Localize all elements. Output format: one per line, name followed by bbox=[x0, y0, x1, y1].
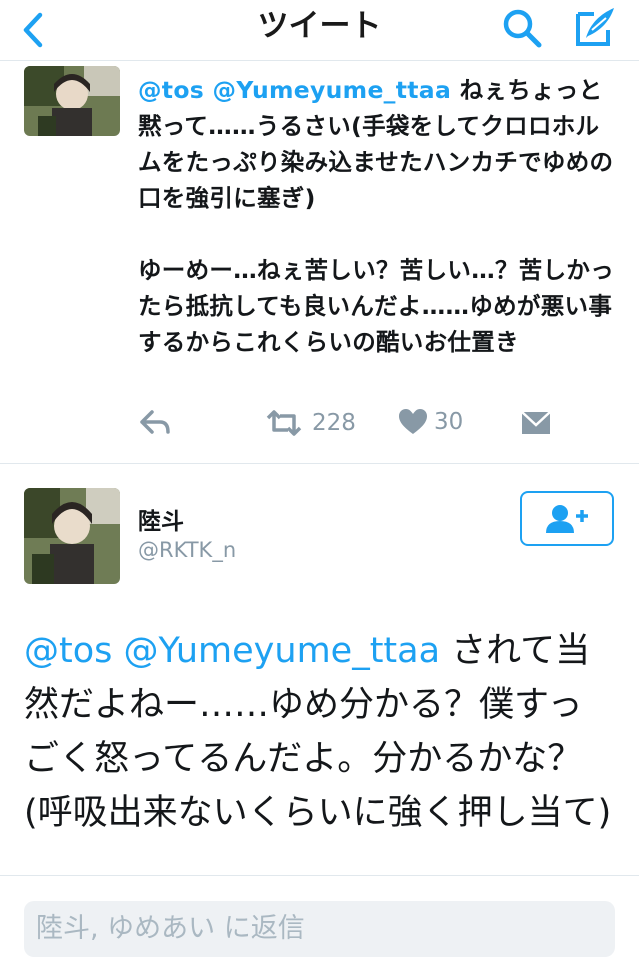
share-action[interactable] bbox=[520, 408, 552, 438]
retweet-icon bbox=[266, 410, 302, 436]
follow-button[interactable] bbox=[520, 491, 614, 546]
reply-action[interactable] bbox=[138, 408, 172, 438]
display-name[interactable]: 陸斗 bbox=[138, 502, 184, 536]
tweet-body-2: ゆーめー…ねぇ苦しい？苦しい…？苦しかったら抵抗しても良いんだよ……ゆめが悪い事… bbox=[138, 256, 614, 356]
tweet-mentions[interactable]: @tos @Yumeyume_ttaa bbox=[24, 631, 440, 671]
envelope-icon bbox=[521, 411, 551, 434]
reply-bar: 陸斗, ゆめあい に返信 bbox=[0, 875, 639, 960]
compose-icon bbox=[576, 8, 614, 46]
tweet-mentions[interactable]: @tos @Yumeyume_ttaa bbox=[138, 76, 451, 104]
tweet-actions: 228 30 bbox=[0, 408, 639, 448]
search-button[interactable] bbox=[500, 6, 544, 50]
retweet-action[interactable]: 228 bbox=[264, 408, 356, 438]
tweet-text: @tos @Yumeyume_ttaa ねぇちょっと黙って……うるさい(手袋をし… bbox=[138, 72, 618, 360]
reply-input[interactable]: 陸斗, ゆめあい に返信 bbox=[24, 901, 615, 957]
user-handle[interactable]: @RKTK_n bbox=[138, 538, 236, 562]
heart-icon bbox=[399, 409, 427, 434]
like-action[interactable]: 30 bbox=[398, 408, 463, 436]
like-count: 30 bbox=[434, 409, 464, 435]
retweet-count: 228 bbox=[312, 410, 356, 436]
search-icon bbox=[503, 9, 542, 48]
avatar[interactable] bbox=[24, 66, 120, 136]
add-user-icon bbox=[546, 504, 588, 533]
nav-header: ツイート bbox=[0, 0, 639, 61]
reply-icon bbox=[140, 410, 170, 434]
compose-button[interactable] bbox=[572, 4, 618, 50]
tweet-text: @tos @Yumeyume_ttaa されて当然だよねー……ゆめ分かる？僕すっ… bbox=[24, 624, 614, 872]
avatar[interactable] bbox=[24, 488, 120, 584]
divider bbox=[0, 463, 639, 464]
